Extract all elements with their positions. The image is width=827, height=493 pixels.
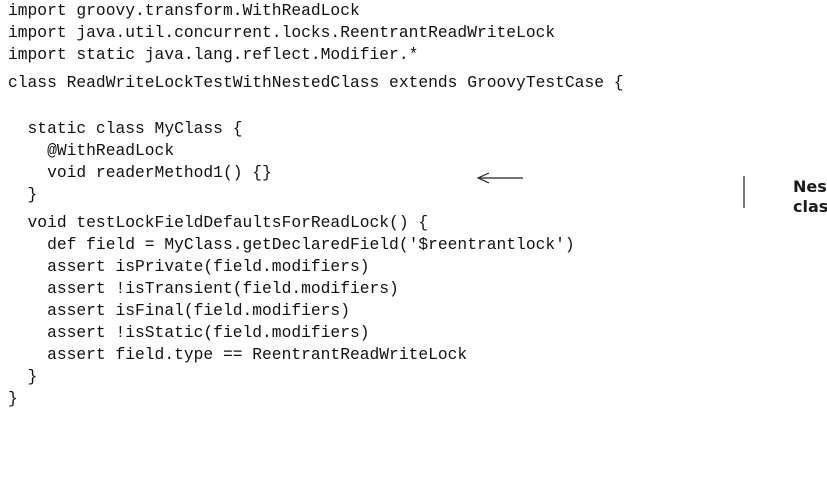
- code-line: assert field.type == ReentrantReadWriteL…: [8, 345, 468, 364]
- code-line: assert !isStatic(field.modifiers): [8, 323, 370, 342]
- code-line: void readerMethod1() {}: [8, 163, 272, 182]
- code-line: assert isFinal(field.modifiers): [8, 301, 350, 320]
- code-line: static class MyClass {: [8, 119, 243, 138]
- code-line: }: [8, 367, 38, 386]
- code-line: import static java.lang.reflect.Modifier…: [8, 45, 419, 64]
- code-line: import groovy.transform.WithReadLock: [8, 1, 360, 20]
- code-line: import java.util.concurrent.locks.Reentr…: [8, 23, 556, 42]
- code-line: }: [8, 389, 18, 408]
- code-line: @WithReadLock: [8, 141, 175, 160]
- code-line: assert !isTransient(field.modifiers): [8, 279, 399, 298]
- code-line: def field = MyClass.getDeclaredField('$r…: [8, 235, 575, 254]
- callout-arrow: [476, 172, 745, 208]
- callout-label-line: class: [793, 197, 827, 216]
- code-line: }: [8, 185, 38, 204]
- callout-label: Nested class: [793, 177, 827, 217]
- callout-label-line: Nested: [793, 177, 827, 196]
- code-line: void testLockFieldDefaultsForReadLock() …: [8, 213, 429, 232]
- code-line: class ReadWriteLockTestWithNestedClass e…: [8, 73, 624, 92]
- code-line: assert isPrivate(field.modifiers): [8, 257, 370, 276]
